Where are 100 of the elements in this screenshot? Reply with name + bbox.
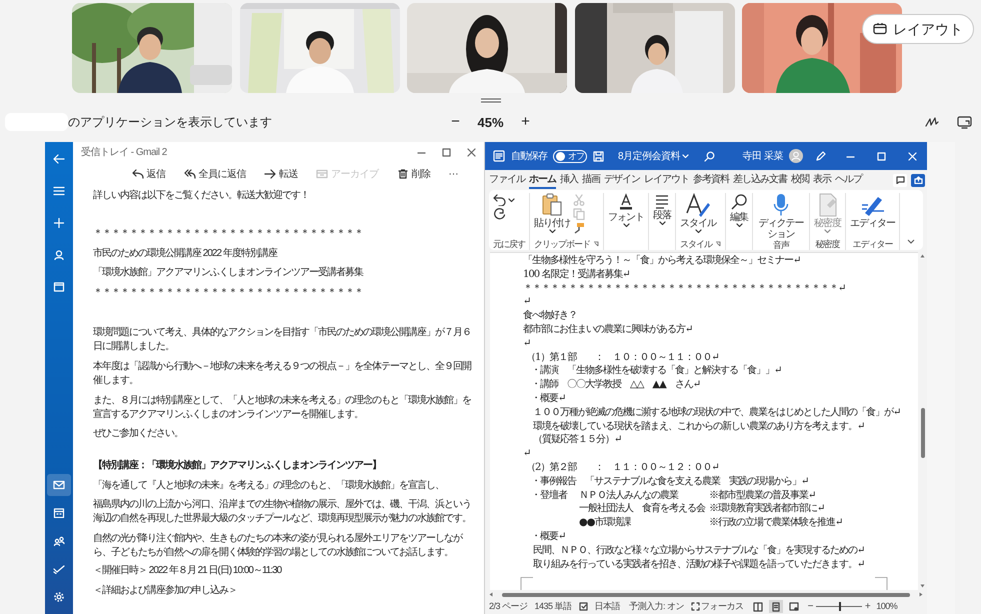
brush-button[interactable]	[573, 222, 585, 234]
toolbar-button[interactable]: 全員に返信	[184, 166, 246, 182]
email-paragraph: 詳しい内容は以下をご覧ください。転送大歓迎です！	[93, 189, 310, 203]
mail-button[interactable]	[47, 474, 71, 496]
document-text: （2）第２部 ： １１：００～１２：００↵	[526, 462, 719, 473]
back-icon	[53, 154, 65, 164]
view-button[interactable]	[768, 600, 783, 613]
crop-mark-icon	[520, 577, 534, 590]
toolbar-button[interactable]: 返信	[132, 166, 166, 182]
zoom-in-button[interactable]: +	[864, 599, 870, 614]
calendar-icon	[53, 508, 65, 518]
scroll-down-icon	[920, 584, 925, 588]
email-paragraph: 本年度は「認識から行動へ－地球の未来を考える９つの視点－」を全体テーマとし、全９回開催します。	[93, 360, 472, 388]
crop-mark-icon	[874, 577, 888, 590]
document-text: ※都市型農業の普及事業↵	[709, 488, 816, 502]
zoom-out-button[interactable]: −	[447, 111, 464, 134]
focus-button[interactable]: フォーカス	[691, 600, 744, 614]
ribbon-button[interactable]: 編集	[730, 193, 748, 228]
dialog-launcher-icon[interactable]	[593, 241, 599, 247]
ribbon-group-label: 元に戻す	[493, 238, 525, 250]
autosave-toggle[interactable]: オフ	[553, 150, 587, 162]
ribbon-tab[interactable]: ファイル	[489, 171, 525, 189]
styles-icon	[685, 193, 711, 217]
ribbon-tab[interactable]: 差し込み文書	[733, 171, 787, 189]
document-text: ＊＊＊＊＊＊＊＊＊＊＊＊＊＊＊＊＊＊＊＊＊＊＊＊＊＊＊＊＊＊＊＊＊＊＊↵	[523, 282, 846, 294]
dropdown-caret-icon	[548, 229, 556, 234]
screen-icon[interactable]	[957, 116, 972, 129]
document-text: 100 名限定！受講者募集↵	[523, 268, 630, 280]
view-button[interactable]	[750, 600, 765, 613]
zoom-out-button[interactable]: −	[808, 599, 813, 614]
dropdown-caret-icon	[658, 221, 666, 226]
ribbon-tab[interactable]: 校閲	[791, 171, 809, 189]
toolbar-button[interactable]: ⋯	[448, 166, 458, 182]
ribbon-tab[interactable]: 表示	[813, 171, 831, 189]
drag-handle-icon	[480, 98, 502, 103]
document-text: （1）第１部 ： １０：００～１１：００↵	[526, 352, 719, 363]
ribbon-button[interactable]: エディター	[850, 193, 895, 229]
gear-icon	[53, 592, 65, 602]
scrollbar-thumb[interactable]	[920, 408, 924, 458]
page-count: 2/3 ページ	[489, 600, 528, 613]
document-text: 環境を破壊している現状を踏まえ、これからの新しい農業のあり方を考えます。↵	[533, 420, 864, 432]
document-text: 食べ物好き？	[523, 310, 577, 322]
zoom-level: 100%	[876, 600, 898, 613]
ribbon-tab[interactable]: 挿入	[560, 171, 578, 189]
document-tag-icon	[816, 193, 838, 217]
web-layout-icon	[788, 602, 799, 612]
mail-icon	[53, 480, 65, 490]
paragraph-icon	[653, 193, 671, 209]
scissors-icon	[573, 194, 585, 206]
save-icon[interactable]	[593, 150, 604, 162]
dialog-launcher-icon[interactable]	[715, 241, 721, 247]
ribbon-button[interactable]: ディクテーション	[757, 193, 805, 240]
document-text: ・登壇者	[531, 490, 567, 501]
read-mode-icon	[752, 602, 763, 612]
toolbar-button[interactable]: 転送	[264, 166, 298, 182]
ribbon-button[interactable]: フォント	[608, 193, 644, 228]
document-text: ・講演 「生物多様性を破壊する「食」と解決する「食」」↵	[531, 365, 782, 376]
zoom-in-button[interactable]: +	[518, 111, 534, 134]
ribbon-tab[interactable]: デザイン	[604, 171, 640, 189]
search-icon[interactable]	[704, 150, 715, 162]
scrollbar-thumb[interactable]	[502, 592, 910, 596]
toolbar-button[interactable]: 削除	[396, 166, 430, 182]
ribbon-button[interactable]: スタイル	[680, 193, 716, 234]
zoom-level: 45%	[476, 114, 505, 132]
ribbon-tab[interactable]: ヘルプ	[835, 171, 862, 189]
maximize-icon[interactable]	[442, 148, 451, 156]
layout-button[interactable]: レイアウト	[862, 14, 974, 44]
language-button[interactable]: 日本語	[594, 600, 620, 614]
pen-icon[interactable]	[815, 150, 826, 162]
slider-thumb[interactable]	[838, 602, 841, 611]
focus-icon	[691, 602, 700, 611]
document-text: 民間、ＮＰＯ、行政など様々な立場からサステナブルな「食」を実現するための↵	[533, 544, 864, 556]
trash-icon	[396, 169, 408, 179]
ribbon-tab[interactable]: 描画	[582, 171, 600, 189]
ribbon-group-label: エディター	[852, 238, 892, 250]
document-icon	[493, 150, 505, 162]
proofing-icon[interactable]	[578, 602, 588, 611]
ribbon-button[interactable]: 段落	[653, 193, 671, 226]
ribbon-button[interactable]: 貼り付け	[534, 193, 570, 234]
view-button[interactable]	[786, 600, 801, 613]
user-name: 寺田 采菜	[742, 150, 783, 164]
close-icon[interactable]	[467, 148, 476, 156]
people-icon	[53, 536, 65, 546]
comments-button[interactable]	[893, 174, 907, 186]
document-text: ↵	[523, 338, 530, 349]
email-paragraph: ＊＊＊＊＊＊＊＊＊＊＊＊＊＊＊＊＊＊＊＊＊＊＊＊＊＊＊＊＊＊	[93, 286, 364, 300]
undo-button[interactable]	[493, 194, 515, 206]
ribbon-tab[interactable]: 参考資料	[693, 171, 729, 189]
ribbon-group-label: 音声	[773, 240, 789, 251]
text-prediction-button[interactable]: 予測入力: オン	[629, 600, 684, 614]
window-title: 受信トレイ - Gmail 2	[81, 146, 167, 160]
share-button[interactable]	[911, 174, 925, 186]
document-title[interactable]: 8月定例会資料	[618, 148, 690, 164]
ribbon-group-label: クリップボード	[534, 238, 590, 250]
avatar-icon[interactable]	[789, 149, 803, 163]
annotate-icon[interactable]	[925, 116, 939, 128]
ribbon-tab[interactable]: レイアウト	[644, 171, 689, 189]
email-paragraph: ＜詳細および講座参加の申し込み＞	[93, 584, 238, 598]
collapse-ribbon-icon[interactable]	[907, 239, 915, 244]
scroll-up-icon	[920, 254, 925, 258]
